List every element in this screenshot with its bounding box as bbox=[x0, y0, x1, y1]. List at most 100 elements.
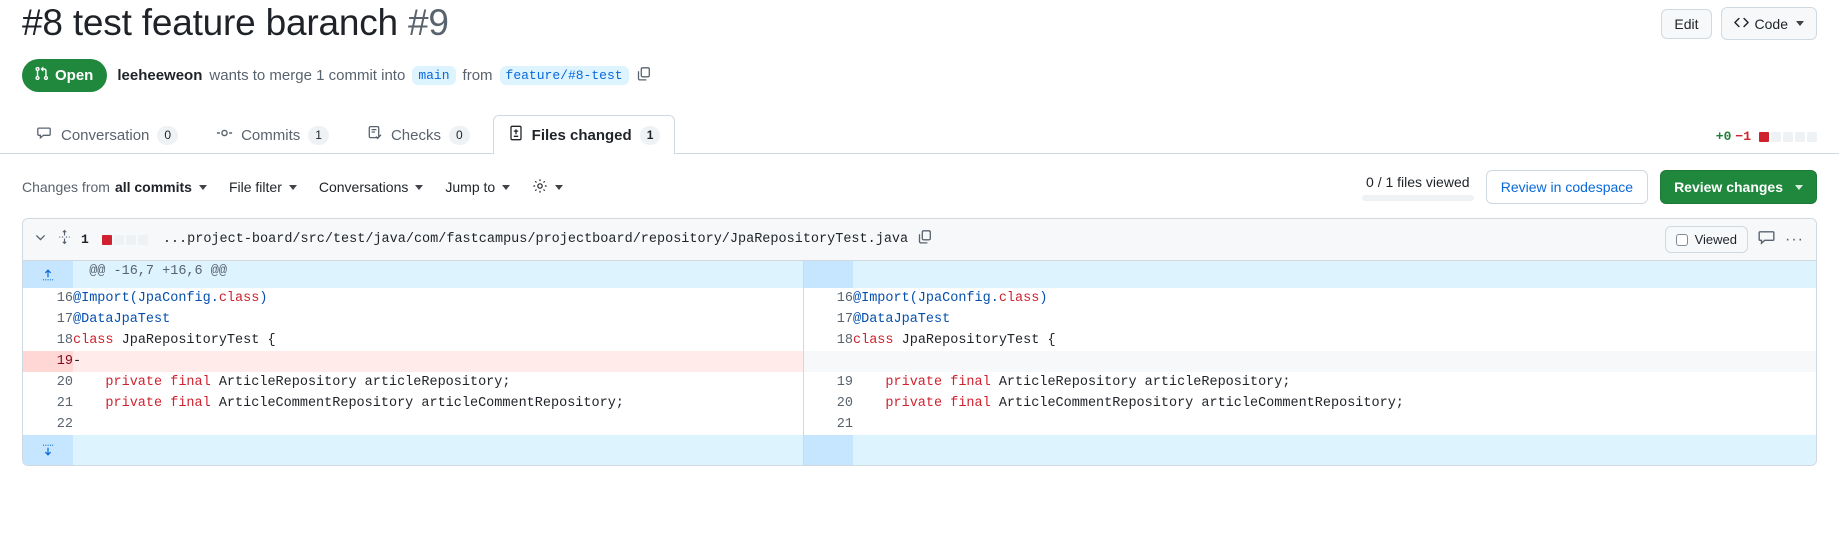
diff-toolbar-left: Changes from all commits File filter Con… bbox=[22, 178, 564, 197]
diff-code-left[interactable]: class JpaRepositoryTest { bbox=[73, 330, 804, 352]
commit-icon bbox=[216, 125, 233, 145]
file-filter-label: File filter bbox=[228, 179, 282, 196]
file-comment-icon[interactable] bbox=[1758, 229, 1775, 251]
copy-path-icon[interactable] bbox=[917, 229, 933, 250]
files-viewed-progress: 0 / 1 files viewed bbox=[1361, 174, 1474, 201]
diff-code-left[interactable] bbox=[73, 414, 804, 436]
diff-code-right[interactable]: @DataJpaTest bbox=[853, 309, 1816, 331]
chevron-down-icon bbox=[555, 184, 564, 190]
line-number-right[interactable]: 16 bbox=[803, 288, 853, 310]
pr-number: #9 bbox=[408, 2, 449, 43]
file-filter-dropdown[interactable]: File filter bbox=[229, 179, 297, 195]
file-header-left: 1 ...project-board/src/test/java/com/fas… bbox=[33, 229, 933, 250]
line-number-left[interactable]: 20 bbox=[23, 372, 73, 394]
merge-text-wants: wants to merge 1 commit into bbox=[209, 67, 406, 85]
pr-author: leeheeweon bbox=[117, 67, 203, 85]
tab-files-changed-label: Files changed bbox=[531, 126, 632, 144]
line-number-left[interactable]: 17 bbox=[23, 309, 73, 331]
diffstat-summary: +0 −1 bbox=[1716, 129, 1817, 153]
checkbox-box-icon bbox=[1675, 233, 1688, 246]
diff-code-left[interactable]: @DataJpaTest bbox=[73, 309, 804, 331]
conversations-label: Conversations bbox=[318, 179, 409, 196]
line-number-left[interactable]: 21 bbox=[23, 393, 73, 415]
jump-to-dropdown[interactable]: Jump to bbox=[445, 179, 511, 196]
chevron-down-icon bbox=[1795, 184, 1803, 190]
hunk-gutter-right bbox=[803, 261, 853, 289]
title-row: #8 test feature baranch #9 Edit Code bbox=[22, 0, 1817, 43]
diff-code-left[interactable]: @Import(JpaConfig.class) bbox=[73, 288, 804, 310]
gear-icon bbox=[532, 178, 548, 197]
diff-code-right[interactable]: private final ArticleRepository articleR… bbox=[853, 372, 1816, 394]
base-branch-chip[interactable]: main bbox=[412, 66, 456, 86]
tab-files-changed[interactable]: Files changed 1 bbox=[492, 115, 676, 155]
expand-up-button[interactable] bbox=[23, 261, 73, 289]
diff-row: 17 @DataJpaTest 17 @DataJpaTest bbox=[23, 309, 1816, 331]
chevron-down-icon bbox=[502, 184, 511, 190]
diffstat-additions: +0 bbox=[1715, 129, 1732, 145]
copy-branch-icon[interactable] bbox=[636, 66, 652, 86]
header-actions: Edit Code bbox=[1661, 2, 1817, 40]
diffstat-deletions: −1 bbox=[1735, 129, 1751, 145]
pull-request-icon bbox=[34, 66, 49, 85]
diff-row: 19- bbox=[23, 351, 1816, 373]
line-number-right[interactable]: 17 bbox=[803, 309, 853, 331]
review-in-codespace-label: Review in codespace bbox=[1500, 179, 1634, 196]
line-number-right[interactable]: 21 bbox=[803, 414, 853, 436]
tab-conversation-count: 0 bbox=[157, 125, 179, 145]
viewed-label: Viewed bbox=[1694, 232, 1738, 248]
line-number-right[interactable]: 18 bbox=[803, 330, 853, 352]
tab-checks-label: Checks bbox=[390, 126, 441, 144]
tab-commits[interactable]: Commits 1 bbox=[201, 115, 344, 154]
changes-from-prefix: Changes from bbox=[22, 179, 110, 196]
file-path[interactable]: ...project-board/src/test/java/com/fastc… bbox=[163, 232, 908, 247]
diff-settings-dropdown[interactable] bbox=[532, 178, 564, 197]
tab-commits-label: Commits bbox=[241, 126, 301, 144]
tab-checks[interactable]: Checks 0 bbox=[352, 115, 485, 154]
code-button[interactable]: Code bbox=[1720, 7, 1817, 40]
line-number-right[interactable]: 19 bbox=[803, 372, 853, 394]
tab-conversation[interactable]: Conversation 0 bbox=[22, 115, 193, 154]
pr-title-text: #8 test feature baranch bbox=[22, 2, 398, 43]
expand-down-left bbox=[73, 435, 804, 466]
chevron-down-icon bbox=[288, 184, 297, 190]
diff-code-right[interactable]: private final ArticleCommentRepository a… bbox=[853, 393, 1816, 415]
tab-files-changed-count: 1 bbox=[639, 125, 661, 145]
diff-code-left[interactable]: private final ArticleCommentRepository a… bbox=[73, 393, 804, 415]
tab-checks-count: 0 bbox=[448, 125, 470, 145]
line-number-left[interactable]: 16 bbox=[23, 288, 73, 310]
diff-code-right[interactable] bbox=[853, 414, 1816, 436]
diff-expand-down-row bbox=[23, 435, 1816, 466]
expand-down-button[interactable] bbox=[23, 435, 73, 466]
diff-table: @@ -16,7 +16,6 @@ 16 @Import(JpaConfig.cla… bbox=[23, 261, 1816, 466]
head-branch-chip[interactable]: feature/#8-test bbox=[499, 66, 629, 86]
file-diff-container: 1 ...project-board/src/test/java/com/fas… bbox=[22, 218, 1817, 467]
diff-hunk-header-row: @@ -16,7 +16,6 @@ bbox=[23, 261, 1816, 289]
file-options-kebab[interactable]: ··· bbox=[1785, 231, 1804, 248]
diff-code-left[interactable]: private final ArticleRepository articleR… bbox=[73, 372, 804, 394]
diffstat-blocks bbox=[1759, 131, 1817, 142]
line-number-left[interactable]: 19 bbox=[23, 351, 73, 373]
file-diff-expand-icon[interactable] bbox=[57, 229, 72, 250]
diff-code-right[interactable]: class JpaRepositoryTest { bbox=[853, 330, 1816, 352]
diff-row: 16 @Import(JpaConfig.class) 16 @Import(JpaC… bbox=[23, 288, 1816, 310]
conversations-dropdown[interactable]: Conversations bbox=[319, 179, 424, 195]
merge-description: leeheeweon wants to merge 1 commit into … bbox=[117, 66, 651, 86]
edit-button[interactable]: Edit bbox=[1661, 8, 1712, 39]
code-brackets-icon bbox=[1733, 15, 1749, 32]
expand-down-gutter-right bbox=[803, 435, 853, 466]
review-in-codespace-button[interactable]: Review in codespace bbox=[1485, 170, 1649, 205]
changes-from-dropdown[interactable]: Changes from all commits bbox=[22, 179, 207, 195]
files-viewed-bar bbox=[1361, 194, 1474, 201]
line-number-left[interactable]: 18 bbox=[23, 330, 73, 352]
diff-code-left[interactable]: - bbox=[73, 351, 804, 373]
line-number-right bbox=[803, 351, 853, 373]
review-changes-button[interactable]: Review changes bbox=[1660, 170, 1817, 205]
line-number-left[interactable]: 22 bbox=[23, 414, 73, 436]
jump-to-label: Jump to bbox=[445, 179, 496, 196]
chevron-down-icon[interactable] bbox=[33, 230, 48, 250]
diff-code-right[interactable]: @Import(JpaConfig.class) bbox=[853, 288, 1816, 310]
diff-toolbar: Changes from all commits File filter Con… bbox=[0, 154, 1839, 218]
line-number-right[interactable]: 20 bbox=[803, 393, 853, 415]
diff-code-right bbox=[853, 351, 1816, 373]
viewed-checkbox[interactable]: Viewed bbox=[1664, 226, 1749, 254]
